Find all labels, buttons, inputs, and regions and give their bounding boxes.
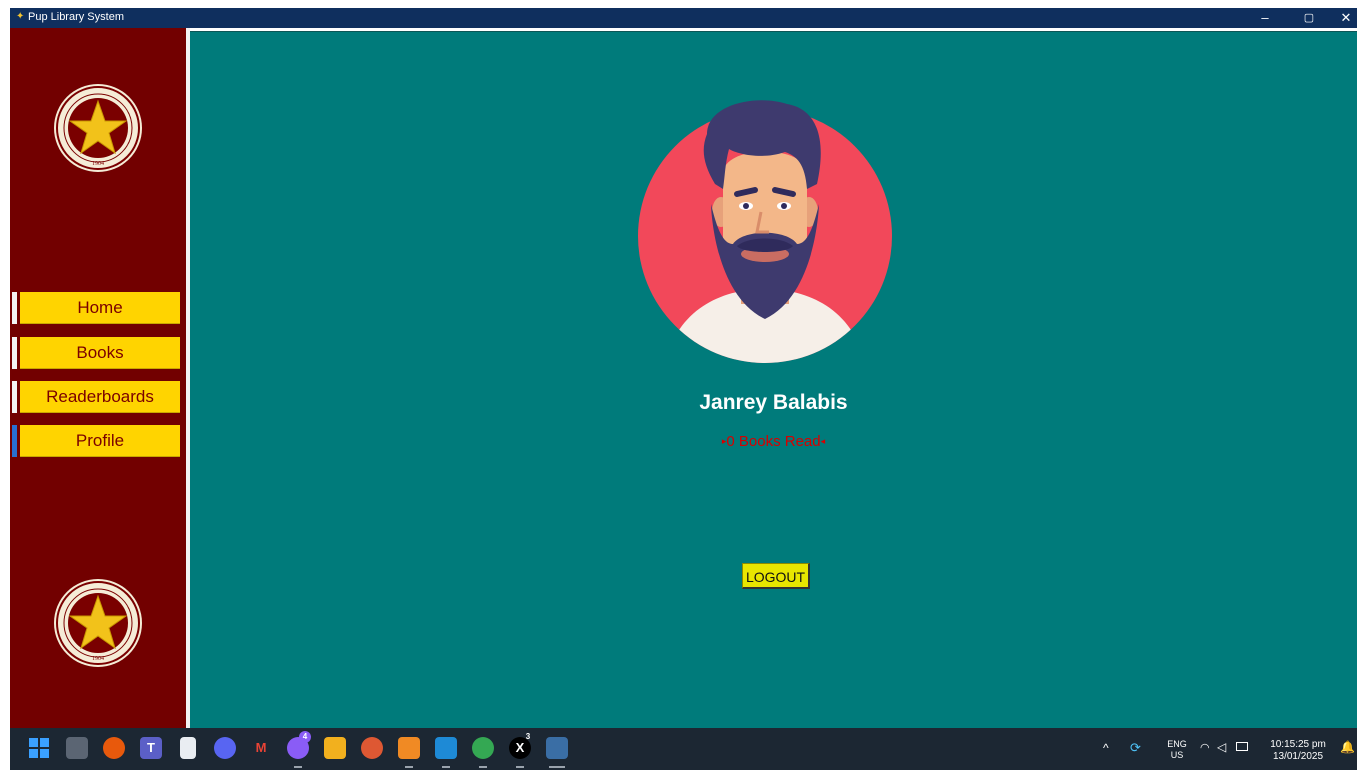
chrome-icon[interactable] <box>472 737 494 759</box>
x-badge: 3 <box>525 732 531 741</box>
language-indicator[interactable]: ENG US <box>1163 739 1191 761</box>
running-indicator <box>294 766 302 768</box>
sidebar-item-books[interactable]: Books <box>12 337 180 369</box>
books-button[interactable]: Books <box>20 337 180 369</box>
nav-indicator <box>12 381 17 413</box>
sidebar-item-home[interactable]: Home <box>12 292 180 324</box>
file-explorer-icon[interactable] <box>324 737 346 759</box>
user-name: Janrey Balabis <box>699 391 848 414</box>
sidebar-item-readerboards[interactable]: Readerboards <box>12 381 180 413</box>
messenger-badge: 4 <box>299 731 311 743</box>
notepad-icon[interactable] <box>180 737 196 759</box>
books-read-count: ▸0 Books Read◂ <box>190 433 1357 450</box>
logout-button[interactable]: LOGOUT <box>742 563 810 589</box>
running-indicator <box>479 766 487 768</box>
bullet-icon: ◂ <box>820 436 826 446</box>
teams-icon[interactable]: T <box>140 737 162 759</box>
running-indicator <box>442 766 450 768</box>
profile-button[interactable]: Profile <box>20 425 180 457</box>
running-indicator <box>516 766 524 768</box>
language-line2: US <box>1170 750 1184 760</box>
duckduckgo-icon[interactable] <box>361 737 383 759</box>
python-icon[interactable] <box>546 737 568 759</box>
battery-icon[interactable] <box>1236 742 1248 751</box>
close-button[interactable]: ✕ <box>1328 8 1357 28</box>
sidebar: 1904 Home Books Readerboards Profile 190… <box>10 28 186 728</box>
sync-icon[interactable]: ⟳ <box>1130 740 1141 756</box>
window-titlebar: ✦ Pup Library System – ▢ ✕ <box>10 8 1357 28</box>
discord-icon[interactable] <box>214 737 236 759</box>
windows-start-icon[interactable] <box>28 737 50 759</box>
nav-indicator-active <box>12 425 17 457</box>
home-button[interactable]: Home <box>20 292 180 324</box>
language-line1: ENG <box>1167 739 1187 749</box>
svg-text:1904: 1904 <box>92 656 104 662</box>
profile-panel: Janrey Balabis ▸0 Books Read◂ LOGOUT <box>190 31 1357 729</box>
app-icon: ✦ <box>16 11 25 22</box>
nav-indicator <box>12 292 17 324</box>
window-title: Pup Library System <box>28 11 124 23</box>
notification-bell-icon[interactable]: 🔔 <box>1340 740 1355 754</box>
volume-icon[interactable]: ◁ <box>1217 740 1226 754</box>
active-indicator <box>549 766 565 768</box>
vscode-icon[interactable] <box>435 737 457 759</box>
gmail-icon[interactable]: M <box>250 737 272 759</box>
taskbar: T M 4 X 3 ^ ⟳ ENG US ◠ ◁ 10:15:25 pm 13/… <box>10 728 1357 770</box>
university-seal-logo: 1904 <box>54 84 142 172</box>
nav-indicator <box>12 337 17 369</box>
books-read-label: 0 Books Read <box>726 433 821 450</box>
maximize-button[interactable]: ▢ <box>1291 8 1327 28</box>
minimize-button[interactable]: – <box>1247 8 1283 28</box>
running-indicator <box>405 766 413 768</box>
readerboards-button[interactable]: Readerboards <box>20 381 180 413</box>
chevron-up-icon[interactable]: ^ <box>1103 741 1109 755</box>
clock-date: 13/01/2025 <box>1272 751 1324 762</box>
svg-text:1904: 1904 <box>92 161 104 167</box>
task-view-icon[interactable] <box>66 737 88 759</box>
clock[interactable]: 10:15:25 pm 13/01/2025 <box>1262 739 1334 763</box>
university-seal-logo: 1904 <box>54 579 142 667</box>
user-avatar <box>638 100 892 363</box>
brave-icon[interactable] <box>103 737 125 759</box>
app-orange-icon[interactable] <box>398 737 420 759</box>
sidebar-item-profile[interactable]: Profile <box>12 425 180 457</box>
clock-time: 10:15:25 pm <box>1270 739 1326 750</box>
wifi-icon[interactable]: ◠ <box>1200 741 1210 754</box>
